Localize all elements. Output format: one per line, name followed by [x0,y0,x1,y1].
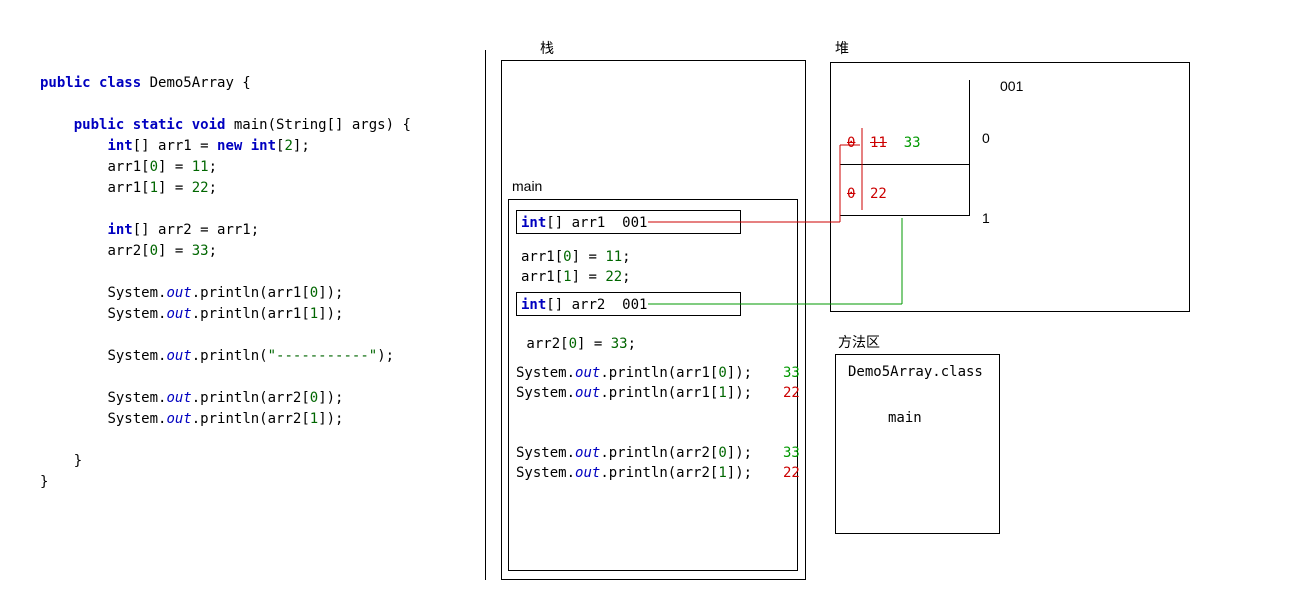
divider [485,50,486,580]
heap-idx-1: 1 [982,210,990,226]
arr1-assign-1: arr1[1] = 22; [521,268,631,288]
heap-idx-0: 0 [982,130,990,146]
out-arr2-0: 33 [783,444,800,464]
heap-array-divider [840,164,970,165]
main-label: main [512,178,542,194]
arr1-decl: int[] arr1 001 [521,214,647,234]
println-arr1-0: System.out.println(arr1[0]); [516,364,752,384]
class-file: Demo5Array.class [848,364,983,380]
method-main: main [888,410,922,426]
println-arr1-1: System.out.println(arr1[1]); [516,384,752,404]
method-area-title: 方法区 [838,332,880,352]
out-arr1-0: 33 [783,364,800,384]
out-arr1-1: 22 [783,384,800,404]
heap-array [840,80,970,216]
heap-title: 堆 [835,38,849,58]
code-block: public class Demo5Array { public static … [40,52,411,493]
stack-title: 栈 [540,38,554,58]
arr1-assign-0: arr1[0] = 11; [521,248,631,268]
arr2-assign-0: arr2[0] = 33; [518,335,636,355]
out-arr2-1: 22 [783,464,800,484]
println-arr2-1: System.out.println(arr2[1]); [516,464,752,484]
heap-addr: 001 [1000,78,1023,94]
arr2-decl: int[] arr2 001 [521,296,647,316]
println-arr2-0: System.out.println(arr2[0]); [516,444,752,464]
method-area-box [835,354,1000,534]
